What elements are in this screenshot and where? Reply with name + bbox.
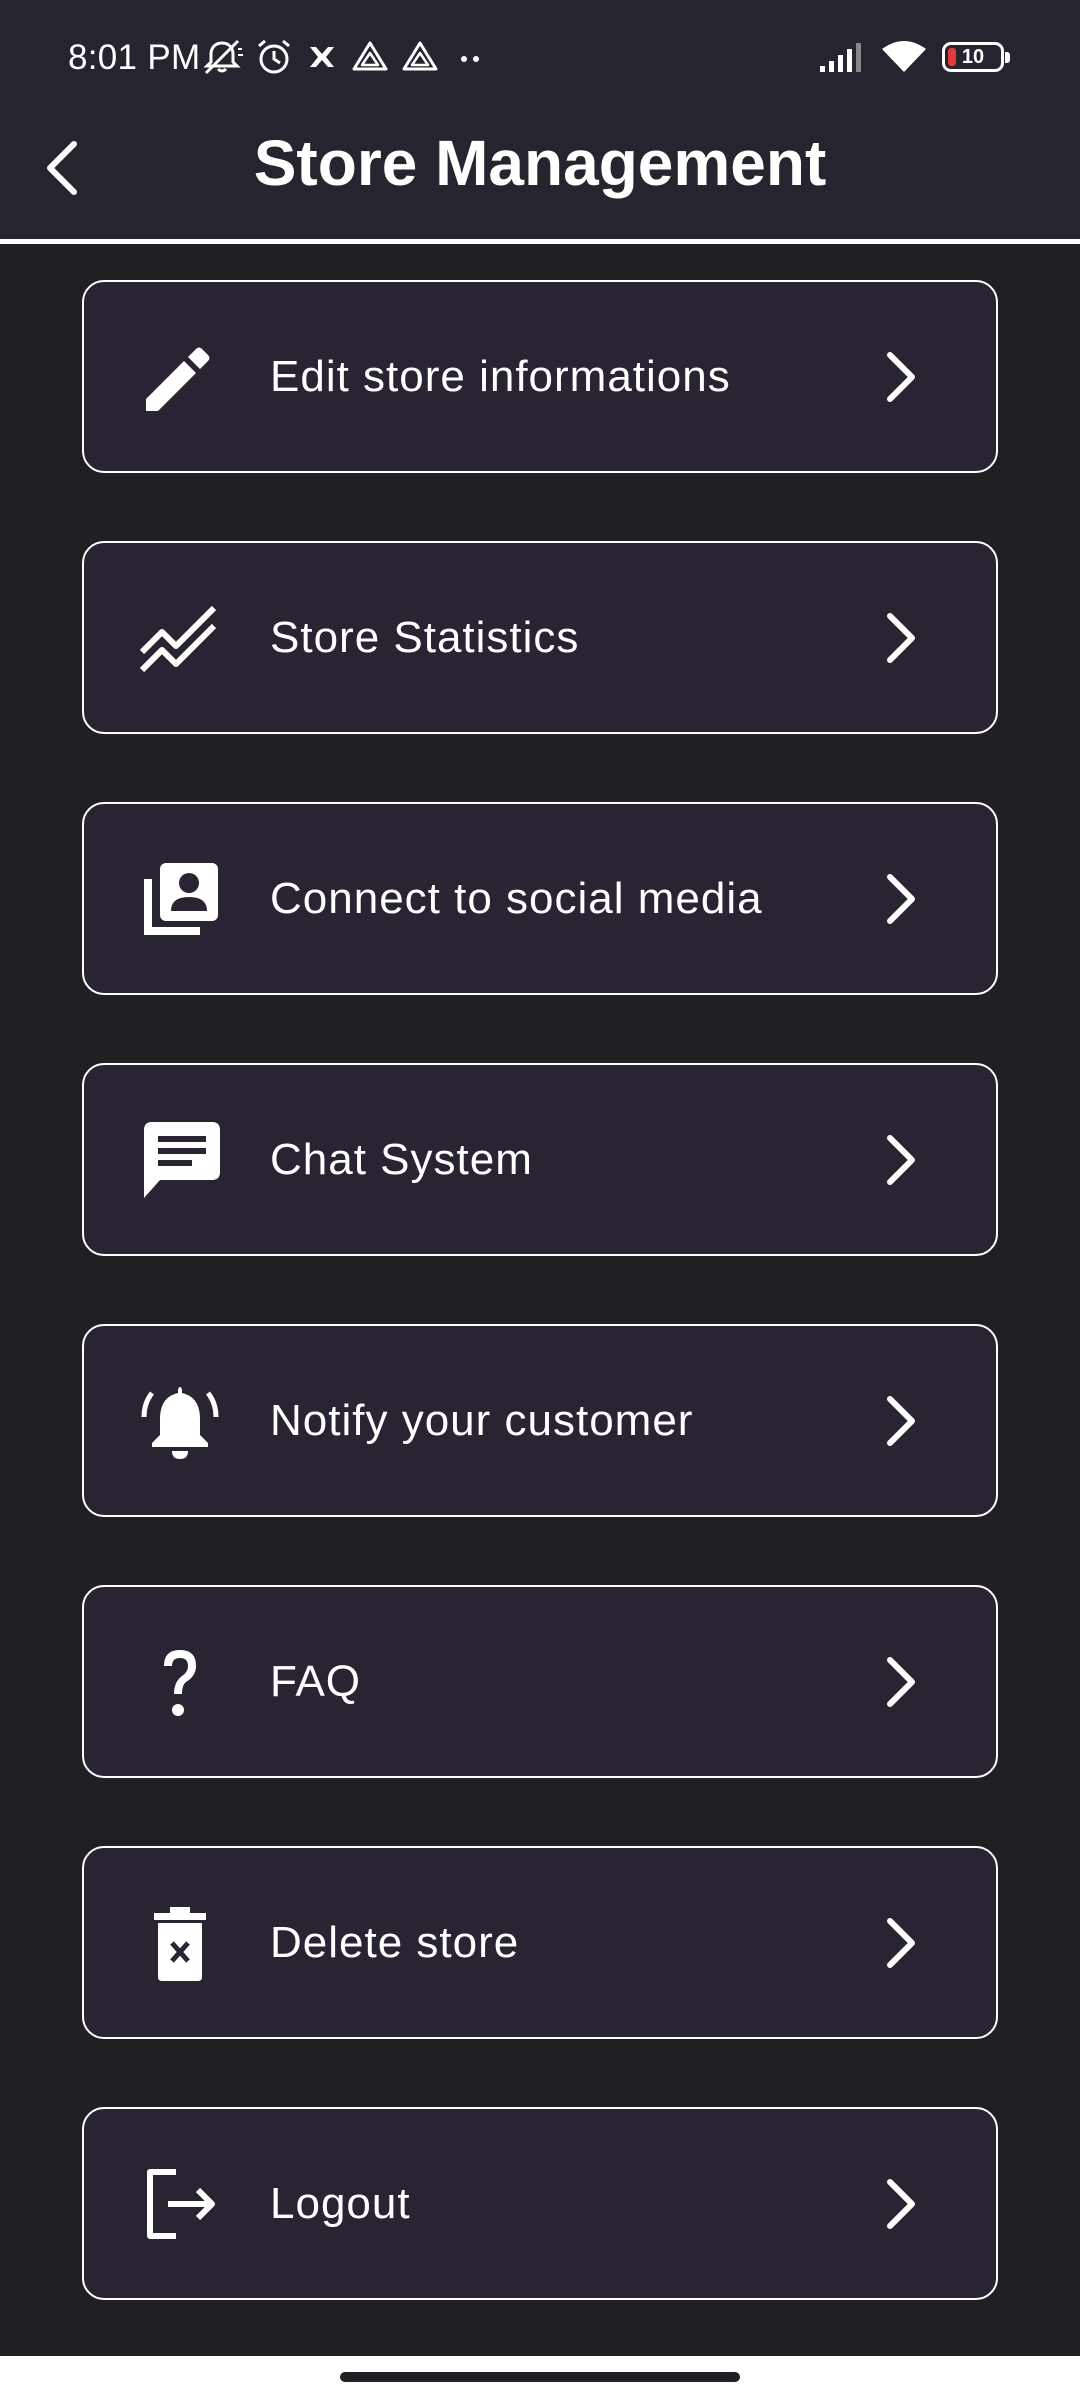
- alarm-icon: [254, 37, 294, 77]
- status-time: 8:01 PM: [68, 38, 201, 77]
- menu-item-store-statistics[interactable]: Store Statistics: [82, 541, 998, 734]
- chevron-right-icon: [880, 608, 920, 668]
- menu-item-label: Connect to social media: [270, 873, 763, 923]
- contacts-icon: [138, 857, 222, 941]
- signal-icon: [818, 40, 866, 74]
- question-icon: [138, 1640, 222, 1724]
- chevron-right-icon: [880, 1391, 920, 1451]
- drive-icon: [400, 39, 440, 75]
- more-dots-icon: [450, 39, 490, 75]
- chevron-right-icon: [880, 1130, 920, 1190]
- chevron-right-icon: [880, 869, 920, 929]
- chevron-right-icon: [880, 2174, 920, 2234]
- wifi-icon: [880, 39, 928, 75]
- status-bar: 8:01 PM 10: [0, 0, 1080, 98]
- menu-item-edit-store[interactable]: Edit store informations: [82, 280, 998, 473]
- battery-level-text: 10: [961, 46, 985, 68]
- menu-item-notify-customer[interactable]: Notify your customer: [82, 1324, 998, 1517]
- battery-icon: 10: [942, 42, 1010, 72]
- bell-ringing-icon: [138, 1379, 222, 1463]
- menu-item-label: Notify your customer: [270, 1395, 694, 1445]
- menu-item-logout[interactable]: Logout: [82, 2107, 998, 2300]
- close-app-icon: [304, 39, 340, 75]
- home-indicator[interactable]: [340, 2372, 740, 2382]
- status-system-icons: 10: [818, 36, 1010, 78]
- menu-item-label: Delete store: [270, 1917, 520, 1967]
- chevron-right-icon: [880, 347, 920, 407]
- status-notification-icons: [200, 36, 490, 78]
- page-title: Store Management: [253, 127, 827, 199]
- menu-item-label: FAQ: [270, 1656, 362, 1706]
- menu-list: Edit store informations Store Statistics: [82, 280, 998, 2368]
- chevron-right-icon: [880, 1913, 920, 1973]
- menu-item-delete-store[interactable]: Delete store: [82, 1846, 998, 2039]
- menu-item-social-media[interactable]: Connect to social media: [82, 802, 998, 995]
- menu-item-label: Edit store informations: [270, 351, 731, 401]
- logout-icon: [138, 2162, 222, 2246]
- delete-icon: [138, 1901, 222, 1985]
- chevron-right-icon: [880, 1652, 920, 1712]
- menu-item-label: Logout: [270, 2178, 411, 2228]
- menu-item-label: Store Statistics: [270, 612, 580, 662]
- pencil-icon: [138, 335, 222, 419]
- menu-item-faq[interactable]: FAQ: [82, 1585, 998, 1778]
- drive-icon: [350, 39, 390, 75]
- menu-item-chat-system[interactable]: Chat System: [82, 1063, 998, 1256]
- app-header: Store Management: [0, 98, 1080, 244]
- chat-icon: [138, 1118, 222, 1202]
- menu-item-label: Chat System: [270, 1134, 533, 1184]
- trending-icon: [138, 596, 222, 680]
- mute-icon: [200, 37, 244, 77]
